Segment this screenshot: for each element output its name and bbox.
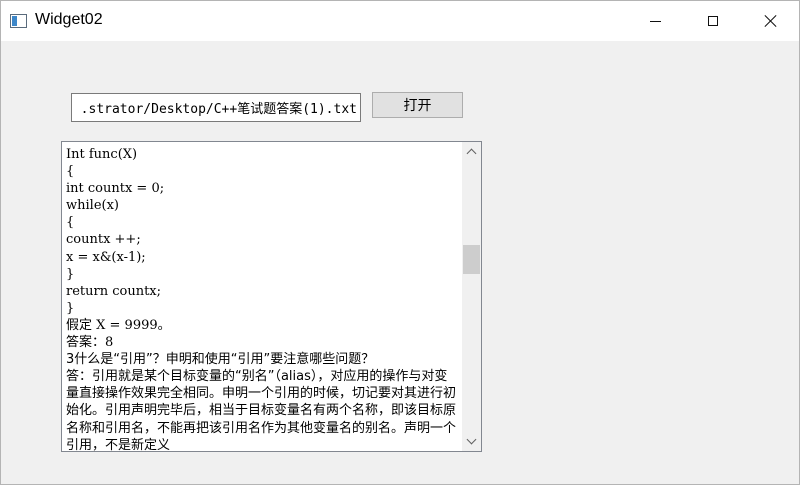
close-button[interactable] <box>742 1 800 41</box>
file-path-text: .strator/Desktop/C++笔试题答案(1).txt <box>80 102 357 117</box>
question-line: 3什么是“引用”？申明和使用“引用”要注意哪些问题？ <box>66 352 375 368</box>
code-line: } <box>66 300 75 316</box>
code-line: } <box>66 266 75 282</box>
code-line: { <box>66 164 75 180</box>
title-bar[interactable]: Widget02 <box>1 1 799 41</box>
minimize-button[interactable] <box>626 1 684 41</box>
main-window: Widget02 .strator/Desktop/C++笔试题答案(1).tx… <box>0 0 800 485</box>
close-icon <box>764 14 778 28</box>
window-title: Widget02 <box>35 11 103 28</box>
answer-paragraph: 答：引用就是某个目标变量的“别名”（alias），对应用的操作与对变量直接操作效… <box>66 369 457 452</box>
vertical-scrollbar[interactable] <box>462 142 481 451</box>
file-content-textarea[interactable]: Int func(X) { int countx = 0; while(x) {… <box>61 141 482 452</box>
scroll-down-button[interactable] <box>462 432 481 451</box>
code-line: while(x) <box>66 198 119 214</box>
code-line: Int func(X) <box>66 147 138 162</box>
code-line: int countx = 0; <box>66 181 165 197</box>
code-line: { <box>66 215 75 231</box>
maximize-icon <box>708 16 718 26</box>
chevron-up-icon <box>466 148 477 159</box>
minimize-icon <box>649 20 661 22</box>
file-content: Int func(X) { int countx = 0; while(x) {… <box>66 146 460 452</box>
scrollbar-thumb[interactable] <box>463 245 480 274</box>
scroll-up-button[interactable] <box>462 142 481 161</box>
code-line: 假定 X = 9999。 <box>66 317 171 333</box>
file-path-input[interactable]: .strator/Desktop/C++笔试题答案(1).txt <box>71 93 361 122</box>
code-line: return countx; <box>66 283 162 299</box>
code-line: x = x&(x-1); <box>66 249 146 265</box>
app-window-icon <box>10 14 27 28</box>
chevron-down-icon <box>466 434 477 445</box>
open-button[interactable]: 打开 <box>372 92 463 118</box>
code-line: 答案：8 <box>66 335 114 351</box>
maximize-button[interactable] <box>684 1 742 41</box>
code-line: countx ++; <box>66 232 141 248</box>
